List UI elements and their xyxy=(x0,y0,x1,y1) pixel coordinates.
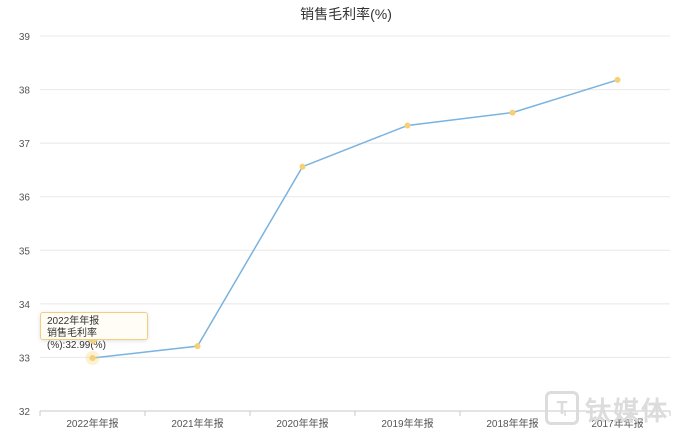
x-tick-label: 2019年年报 xyxy=(381,417,433,430)
tooltip-value: 销售毛利率(%):32.99(%) xyxy=(47,328,106,351)
x-tick-label: 2022年年报 xyxy=(66,417,118,430)
data-point[interactable] xyxy=(299,163,306,170)
series-layer xyxy=(85,76,621,365)
data-point[interactable] xyxy=(404,122,411,129)
series-line xyxy=(92,79,618,359)
data-point[interactable] xyxy=(194,343,201,350)
data-point[interactable] xyxy=(509,109,516,116)
axis-layer: 32 33 34 35 36 37 38 39 2022年年报 2021年年报 2020年年报 201… xyxy=(19,32,671,430)
y-tick-label: 36 xyxy=(19,193,31,204)
y-tick-label: 32 xyxy=(19,407,31,418)
data-tooltip: 2022年年报 销售毛利率(%):32.99(%) xyxy=(40,312,148,351)
y-tick-label: 35 xyxy=(19,246,31,257)
y-tick-label: 33 xyxy=(19,353,31,364)
y-tick-label: 37 xyxy=(19,139,31,150)
x-tick-label: 2020年年报 xyxy=(276,417,328,430)
watermark-logo-icon: T xyxy=(545,391,579,425)
watermark-text: 钛媒体 xyxy=(585,396,670,426)
x-tick-label: 2021年年报 xyxy=(171,417,223,430)
y-tick-label: 38 xyxy=(19,86,31,97)
y-tick-label: 34 xyxy=(19,300,31,311)
x-tick-label: 2018年年报 xyxy=(486,417,538,430)
watermark-logo: T 钛媒体 xyxy=(545,388,685,428)
data-point[interactable] xyxy=(614,76,621,83)
line-chart: 销售毛利率(%) 32 33 34 35 36 37 38 39 2022年年报 2021年年报 2… xyxy=(19,6,671,430)
y-tick-label: 39 xyxy=(19,32,31,43)
tooltip-title: 2022年年报 xyxy=(47,316,100,327)
chart-title: 销售毛利率(%) xyxy=(300,6,392,22)
data-point[interactable] xyxy=(89,354,96,361)
